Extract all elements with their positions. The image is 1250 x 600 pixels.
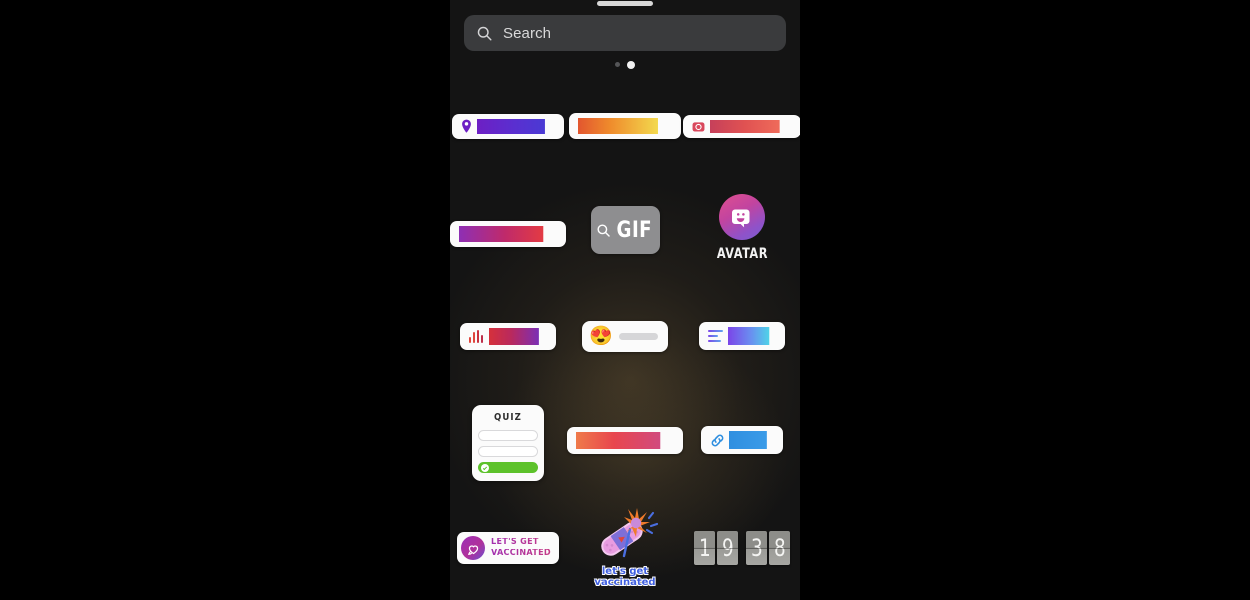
chain-link-icon: [712, 434, 724, 446]
countdown-digit-2: 9: [717, 531, 738, 565]
vaccinated-badge-line2: VACCINATED: [491, 547, 551, 558]
music-label: MUSIC: [489, 327, 539, 345]
poll-label: POLL: [728, 327, 770, 345]
sticker-hashtag[interactable]: #HASHTAG: [567, 422, 683, 458]
search-icon: [597, 223, 610, 237]
hashtag-label: #HASHTAG: [576, 431, 661, 449]
sticker-vaccinated-art[interactable]: let's get vaccinated: [567, 498, 683, 592]
sticker-mention[interactable]: @MENTION: [567, 110, 683, 142]
music-bars-icon: [468, 329, 484, 343]
sticker-vaccinated-badge[interactable]: LET'S GET VACCINATED: [450, 528, 566, 568]
sticker-location[interactable]: LOCATION: [450, 110, 566, 142]
emoji-slider-emoji: 😍: [589, 325, 613, 347]
add-yours-label: ADD YOURS: [710, 119, 781, 133]
vaccinated-art-line1: let's get: [601, 565, 649, 577]
search-bar[interactable]: Search: [464, 15, 786, 51]
vaccinated-badge-text: LET'S GET VACCINATED: [491, 537, 551, 558]
page-dot-1[interactable]: [615, 62, 620, 67]
poll-bars-icon: [708, 330, 724, 342]
sheet-drag-handle[interactable]: [597, 1, 653, 6]
avatar-label: AVATAR: [716, 246, 768, 262]
countdown-digit-4: 8: [769, 531, 790, 565]
quiz-option-1[interactable]: [478, 430, 538, 441]
countdown-flipclock: 1 9 3 8: [694, 531, 790, 565]
sticker-tray-sheet: Search LOCATION @MENTION: [450, 0, 800, 600]
bandaid-flower-icon: [601, 507, 659, 558]
link-label: LINK: [729, 431, 768, 449]
page-dot-2[interactable]: [627, 60, 635, 69]
emoji-slider-track[interactable]: [618, 332, 658, 340]
avatar-face-icon: [732, 209, 750, 228]
sticker-quiz[interactable]: QUIZ: [450, 405, 566, 481]
gif-label: GIF: [616, 217, 653, 243]
sticker-poll[interactable]: POLL: [684, 318, 800, 354]
heart-chat-icon: [461, 536, 486, 560]
search-icon: [477, 26, 492, 41]
sticker-add-yours[interactable]: ADD YOURS: [683, 110, 800, 142]
sticker-link[interactable]: LINK: [684, 422, 800, 458]
sticker-questions[interactable]: QUESTIONS: [450, 216, 566, 252]
sticker-emoji-slider[interactable]: 😍: [567, 318, 683, 354]
sticker-avatar[interactable]: AVATAR: [684, 188, 800, 268]
camera-icon: [693, 121, 705, 132]
vaccinated-art-caption: let's get vaccinated: [594, 566, 655, 588]
sticker-gif[interactable]: GIF: [567, 202, 683, 258]
mention-label: @MENTION: [578, 118, 659, 134]
vaccinated-art-line2: vaccinated: [594, 577, 656, 588]
quiz-option-2[interactable]: [478, 446, 538, 457]
search-input[interactable]: Search: [503, 25, 551, 42]
sticker-countdown[interactable]: 1 9 3 8: [684, 528, 800, 568]
check-icon: [481, 463, 489, 472]
location-label: LOCATION: [476, 118, 545, 134]
quiz-option-3-correct[interactable]: [478, 462, 538, 473]
sticker-music[interactable]: MUSIC: [450, 318, 566, 354]
location-pin-icon: [461, 119, 471, 133]
screen-root: Search LOCATION @MENTION: [0, 0, 1250, 600]
quiz-title: QUIZ: [494, 412, 522, 423]
questions-label: QUESTIONS: [459, 226, 544, 242]
page-indicator: [450, 60, 800, 69]
sticker-grid: LOCATION @MENTION ADD YOURS: [450, 0, 800, 600]
countdown-digit-1: 1: [694, 531, 715, 565]
countdown-digit-3: 3: [746, 531, 767, 565]
vaccinated-badge-line1: LET'S GET: [491, 537, 551, 547]
